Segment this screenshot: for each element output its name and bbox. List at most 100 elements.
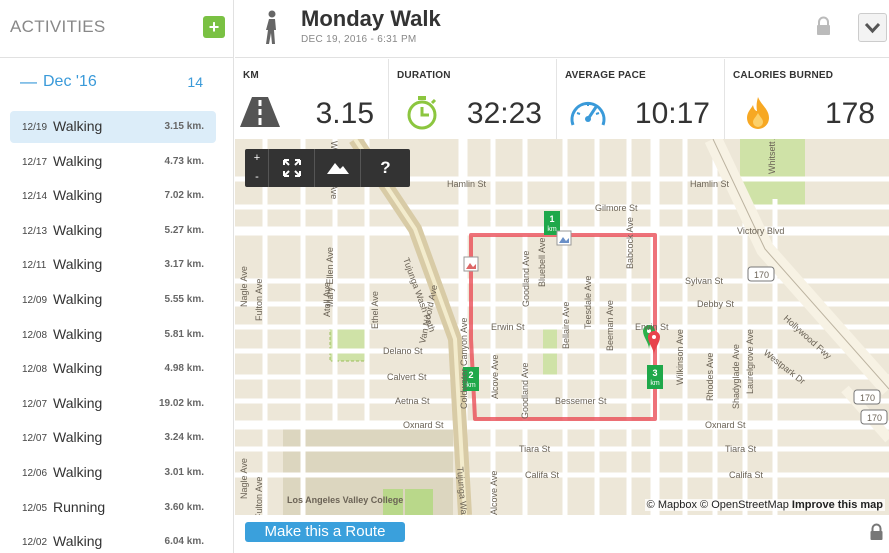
activity-list-item[interactable]: 12/08 Walking 4.98 km. <box>0 352 233 387</box>
fullscreen-button[interactable] <box>269 149 315 187</box>
street-label: Beeman Ave <box>605 300 615 351</box>
stat-label: CALORIES BURNED <box>733 70 834 81</box>
activity-list-item[interactable]: 12/02 Walking 6.04 km. <box>0 525 233 553</box>
activity-title[interactable]: Monday Walk <box>301 6 441 32</box>
activity-distance: 4.98 km. <box>164 363 204 375</box>
km-marker-3[interactable]: 3 km <box>647 365 663 389</box>
photo-marker-icon[interactable] <box>463 256 479 272</box>
activity-list: 12/19 Walking 3.15 km. 12/17 Walking 4.73 km.… <box>0 110 233 553</box>
stat-label: AVERAGE PACE <box>565 70 646 81</box>
street-label: Rhodes Ave <box>705 353 715 401</box>
activity-distance: 3.60 km. <box>164 501 204 513</box>
activity-distance: 5.27 km. <box>164 224 204 236</box>
month-count: 14 <box>187 74 203 90</box>
activity-date: 12/17 <box>22 156 48 168</box>
activity-datetime: DEC 19, 2016 - 6:31 PM <box>301 34 417 45</box>
flame-icon <box>747 97 769 129</box>
street-label: Victory Blvd <box>737 226 784 236</box>
chevron-down-icon <box>864 22 881 34</box>
activity-list-item[interactable]: 12/19 Walking 3.15 km. <box>0 110 233 145</box>
options-dropdown-button[interactable] <box>858 13 887 42</box>
sidebar-title: ACTIVITIES <box>10 17 106 36</box>
stat-average-pace: AVERAGE PACE 10:17 <box>557 59 725 139</box>
activity-type: Walking <box>53 290 103 307</box>
stopwatch-icon <box>407 96 437 130</box>
stat-value: 10:17 <box>634 97 710 130</box>
street-label: Aetna St <box>395 396 430 406</box>
street-label: Erwin St <box>635 322 669 332</box>
activity-date: 12/09 <box>22 294 48 306</box>
activity-type: Walking <box>53 221 103 238</box>
fullscreen-icon <box>283 159 301 177</box>
activity-list-item[interactable]: 12/07 Walking 3.24 km. <box>0 421 233 456</box>
activity-type: Walking <box>53 256 103 273</box>
activity-list-item[interactable]: 12/14 Walking 7.02 km. <box>0 179 233 214</box>
street-label: Erwin St <box>491 322 525 332</box>
street-label: Gilmore St <box>595 203 638 213</box>
activity-distance: 5.55 km. <box>164 293 204 305</box>
street-label: Sylvan St <box>685 276 724 286</box>
activity-type: Walking <box>53 152 103 169</box>
street-label: Califa St <box>729 470 764 480</box>
terrain-button[interactable] <box>315 149 361 187</box>
activity-type: Running <box>53 498 106 515</box>
activity-type: Walking <box>53 394 103 411</box>
activity-distance: 19.02 km. <box>158 397 204 409</box>
street-label: Alcove Ave <box>490 355 500 399</box>
activity-list-item[interactable]: 12/05 Running 3.60 km. <box>0 491 233 526</box>
street-label: Nagle Ave <box>239 266 249 307</box>
mapbox-link[interactable]: © Mapbox <box>647 499 697 511</box>
app-window: ACTIVITIES + — Dec '16 14 12/19 Walking 3.… <box>0 0 889 553</box>
svg-text:km: km <box>650 380 660 387</box>
activity-header: Monday Walk DEC 19, 2016 - 6:31 PM <box>235 0 889 58</box>
street-label: Goodland Ave <box>520 363 530 419</box>
street-label: Califa St <box>525 470 560 480</box>
activity-type: Walking <box>53 533 103 550</box>
osm-link[interactable]: © OpenStreetMap <box>700 499 789 511</box>
road-icon <box>240 97 280 127</box>
route-map[interactable]: 1 km 2 km 3 km Hamlin St Hamlin St Gilmo… <box>235 139 889 515</box>
street-label: Oxnard St <box>705 420 746 430</box>
month-group-header[interactable]: — Dec '16 14 <box>0 58 233 108</box>
zoom-controls: + - <box>245 149 269 187</box>
map-toolbar: + - ? <box>245 149 410 187</box>
activity-date: 12/13 <box>22 225 48 237</box>
help-button[interactable]: ? <box>361 149 410 187</box>
street-label: Alcove Ave <box>489 471 499 515</box>
activity-list-item[interactable]: 12/17 Walking 4.73 km. <box>0 145 233 180</box>
activity-list-item[interactable]: 12/13 Walking 5.27 km. <box>0 214 233 249</box>
sidebar-header: ACTIVITIES + <box>0 0 233 58</box>
activity-type: Walking <box>53 187 103 204</box>
activity-list-item[interactable]: 12/09 Walking 5.55 km. <box>0 283 233 318</box>
activity-date: 12/07 <box>22 433 48 445</box>
activity-list-item[interactable]: 12/11 Walking 3.17 km. <box>0 248 233 283</box>
street-label: 170 <box>754 270 769 280</box>
zoom-out-button[interactable]: - <box>245 168 269 187</box>
activity-list-item[interactable]: 12/08 Walking 5.81 km. <box>0 318 233 353</box>
activity-date: 12/05 <box>22 502 48 514</box>
lock-icon[interactable] <box>815 16 832 36</box>
street-label: Fulton Ave <box>254 279 264 321</box>
activity-list-item[interactable]: 12/06 Walking 3.01 km. <box>0 456 233 491</box>
activity-distance: 3.17 km. <box>164 259 204 271</box>
stat-label: KM <box>243 70 259 81</box>
make-route-button[interactable]: Make this a Route <box>245 522 405 542</box>
activity-type: Walking <box>53 325 103 342</box>
stat-calories: CALORIES BURNED 178 <box>725 59 889 139</box>
mountain-icon <box>327 163 349 174</box>
activity-distance: 3.15 km. <box>164 121 204 132</box>
add-activity-button[interactable]: + <box>203 16 225 38</box>
lock-icon[interactable] <box>869 523 884 541</box>
activity-date: 12/02 <box>22 537 48 549</box>
activity-date: 12/08 <box>22 329 48 341</box>
stat-value: 32:23 <box>466 97 542 130</box>
activity-list-item[interactable]: 12/07 Walking 19.02 km. <box>0 387 233 422</box>
photo-marker-icon[interactable] <box>556 230 572 246</box>
street-label: Hamlin St <box>690 179 730 189</box>
street-label: Hamlin St <box>447 179 487 189</box>
map-canvas[interactable]: 1 km 2 km 3 km Hamlin St Hamlin St Gilmo… <box>235 139 889 515</box>
collapse-icon[interactable]: — <box>20 72 37 92</box>
street-label: Ethel Ave <box>370 291 380 329</box>
zoom-in-button[interactable]: + <box>245 149 269 168</box>
improve-map-link[interactable]: Improve this map <box>792 499 883 511</box>
